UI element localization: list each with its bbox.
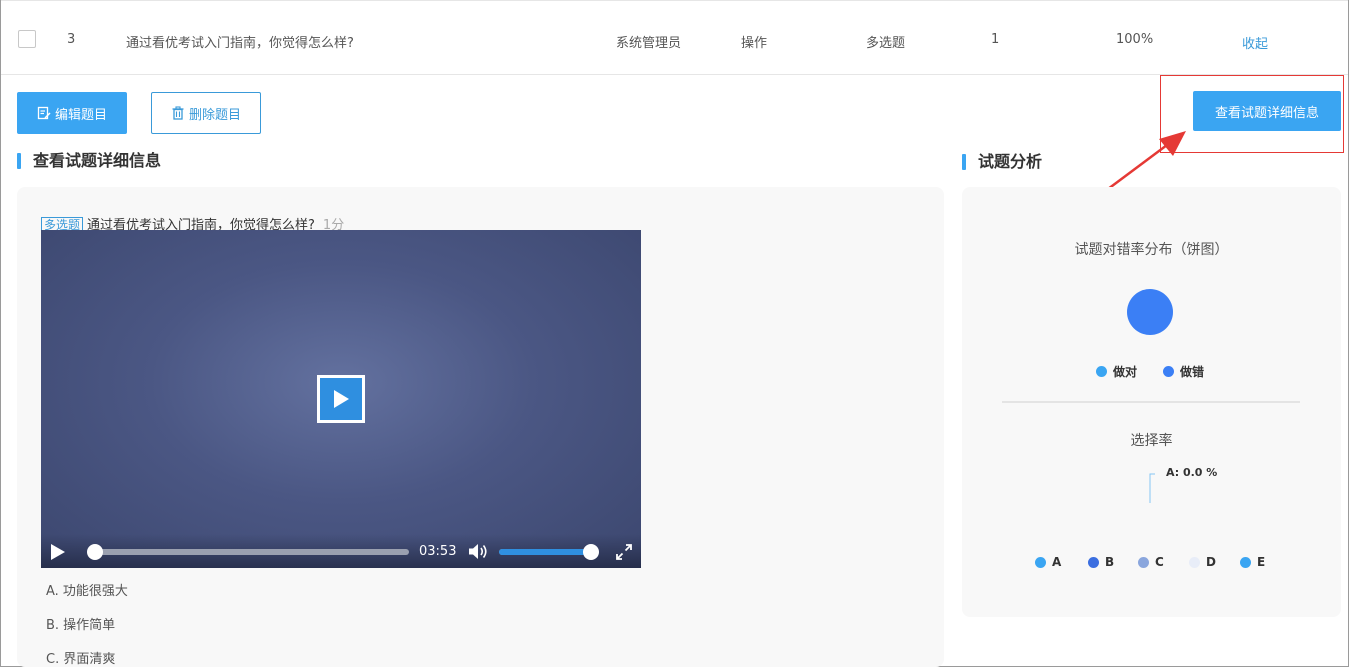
pie-slice-wrong <box>1127 289 1173 335</box>
panel-divider <box>1002 401 1300 403</box>
select-legend-e: E <box>1240 555 1265 569</box>
select-legend-c: C <box>1138 555 1164 569</box>
legend-label-wrong: 做错 <box>1180 365 1205 379</box>
row-rate: 100% <box>1116 32 1154 47</box>
pie-chart-title: 试题对错率分布（饼图） <box>1074 242 1229 258</box>
select-legend-d: D <box>1189 555 1216 569</box>
option-b: B. 操作简单 <box>46 618 116 633</box>
legend-label-e: E <box>1257 555 1266 569</box>
pie-legend-correct: 做对 <box>1096 363 1137 380</box>
trash-icon <box>172 106 184 120</box>
detail-section-title: 查看试题详细信息 <box>17 151 161 171</box>
legend-dot-correct <box>1096 366 1107 377</box>
option-c: C. 界面清爽 <box>46 652 116 667</box>
table-row: 3 通过看优考试入门指南，你觉得怎么样? 系统管理员 操作 多选题 1 100%… <box>1 0 1348 75</box>
pie-chart <box>1127 289 1173 335</box>
legend-dot-e <box>1240 556 1251 568</box>
edit-question-label: 编辑题目 <box>54 107 107 123</box>
legend-label-correct: 做对 <box>1113 365 1138 379</box>
analysis-section-title: 试题分析 <box>962 152 1042 172</box>
play-control-icon[interactable] <box>50 543 66 561</box>
select-legend-b: B <box>1088 555 1114 569</box>
select-rate-title: 选择率 <box>1130 433 1173 449</box>
big-play-button[interactable] <box>317 375 365 423</box>
legend-label-c: C <box>1155 555 1164 569</box>
select-rate-label-line <box>1149 473 1155 503</box>
question-detail-panel: 多选题 通过看优考试入门指南，你觉得怎么样? 1分 03:53 A. 功能很强大… <box>17 187 944 667</box>
progress-knob[interactable] <box>87 544 103 560</box>
video-player[interactable]: 03:53 <box>41 230 641 568</box>
analysis-panel: 试题对错率分布（饼图） 做对 做错 选择率 A: 0.0 % A B C D E <box>962 187 1341 617</box>
legend-label-d: D <box>1206 555 1216 569</box>
select-legend-a: A <box>1035 555 1061 569</box>
legend-dot-a <box>1035 556 1046 568</box>
option-a: A. 功能很强大 <box>46 584 128 599</box>
video-controls: 03:53 <box>41 534 641 568</box>
volume-slider[interactable] <box>499 544 599 560</box>
row-creator: 系统管理员 <box>616 36 682 51</box>
page-frame: 3 通过看优考试入门指南，你觉得怎么样? 系统管理员 操作 多选题 1 100%… <box>0 0 1349 667</box>
progress-slider[interactable] <box>87 544 409 560</box>
edit-icon <box>37 106 51 120</box>
edit-question-button[interactable]: 编辑题目 <box>17 92 127 134</box>
legend-label-a: A <box>1052 555 1062 569</box>
volume-knob[interactable] <box>583 544 599 560</box>
row-question: 通过看优考试入门指南，你觉得怎么样? <box>126 36 354 51</box>
legend-dot-d <box>1189 556 1200 568</box>
legend-dot-c <box>1138 556 1149 568</box>
video-duration: 03:53 <box>419 544 457 559</box>
row-category: 操作 <box>741 36 768 51</box>
select-rate-label: A: 0.0 % <box>1166 466 1218 479</box>
volume-icon[interactable] <box>468 543 490 560</box>
row-index: 3 <box>67 32 76 47</box>
collapse-link[interactable]: 收起 <box>1242 33 1268 52</box>
row-score: 1 <box>991 32 1000 47</box>
legend-dot-b <box>1088 556 1099 568</box>
delete-question-button[interactable]: 删除题目 <box>151 92 261 134</box>
volume-fill <box>499 549 591 555</box>
play-icon <box>334 390 349 408</box>
row-checkbox[interactable] <box>18 30 36 48</box>
legend-dot-wrong <box>1163 366 1174 377</box>
row-type: 多选题 <box>866 36 906 51</box>
delete-question-label: 删除题目 <box>188 107 241 123</box>
pie-legend-wrong: 做错 <box>1163 363 1204 380</box>
fullscreen-icon[interactable] <box>615 543 633 561</box>
legend-label-b: B <box>1105 555 1115 569</box>
